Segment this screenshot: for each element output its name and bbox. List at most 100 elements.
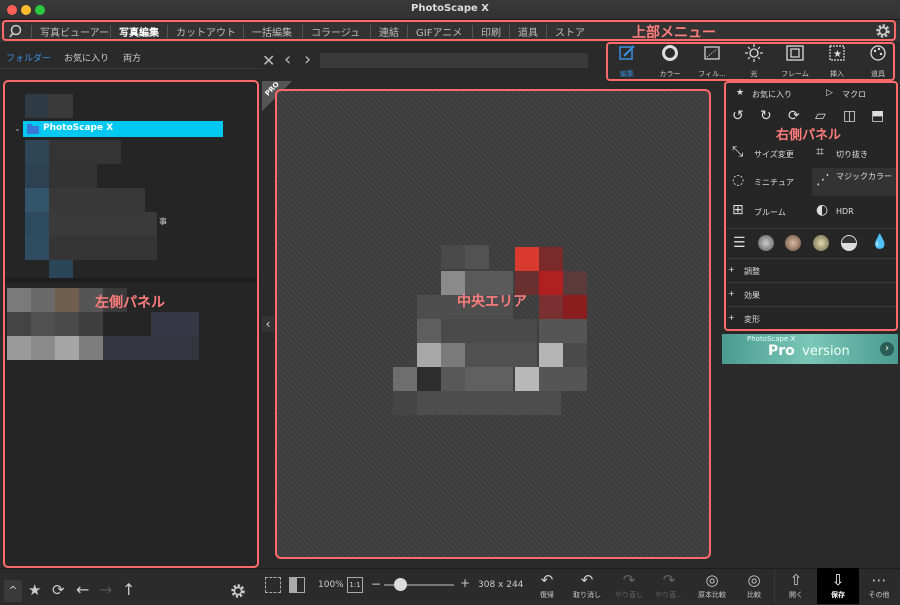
flip-vertical-icon[interactable]: ⬒ — [871, 108, 884, 124]
miniature-icon: ◌ — [732, 172, 745, 188]
save-button[interactable]: ⇩ 保存 — [821, 572, 855, 600]
tab-both[interactable]: 両方 — [123, 51, 141, 64]
center-canvas[interactable]: 中央エリア — [275, 89, 711, 559]
insert-icon: ★ — [829, 45, 845, 61]
compare-original-button[interactable]: ◎ 原本比較 — [695, 572, 729, 600]
play-icon: ▷ — [826, 88, 833, 98]
plus-icon: + — [728, 289, 735, 298]
collapse-left-panel-icon[interactable]: ‹ — [262, 316, 274, 332]
arrow-up-icon[interactable]: ↑ — [122, 580, 135, 599]
zoom-level: 100% — [318, 580, 344, 590]
rotate-free-icon[interactable]: ⟳ — [788, 108, 800, 124]
divider — [726, 228, 896, 229]
palette-icon — [870, 45, 886, 61]
close-image-icon[interactable]: ✕ — [262, 53, 275, 69]
tool-color[interactable]: カラー — [650, 44, 690, 79]
title-bar: PhotoScape X — [0, 0, 900, 20]
tool-light[interactable]: 光 — [734, 44, 774, 79]
compare-original-icon: ◎ — [705, 571, 719, 589]
divider — [0, 68, 262, 69]
svg-text:★: ★ — [833, 49, 842, 60]
color-ring-icon — [662, 45, 678, 61]
favorites-button[interactable]: お気に入り — [752, 89, 792, 100]
chevron-up-icon[interactable]: ^ — [4, 580, 22, 602]
tool-film[interactable]: フィル... — [692, 44, 732, 79]
open-button[interactable]: ⇧ 開く — [779, 572, 813, 600]
magic-wand-icon: ⋰ — [816, 172, 830, 188]
accordion-transform[interactable]: + 変形 — [726, 306, 896, 329]
filter-preset-2-icon[interactable] — [785, 235, 801, 251]
zoom-in-icon[interactable]: + — [460, 576, 470, 590]
tool-insert[interactable]: ★ 挿入 — [817, 44, 857, 79]
tab-favorites[interactable]: お気に入り — [64, 51, 109, 64]
tree-item-fragment: 事 — [159, 217, 167, 226]
accordion-adjust[interactable]: + 調整 — [726, 258, 896, 281]
filter-preset-4-icon[interactable] — [841, 235, 857, 251]
tab-folder[interactable]: フォルダー — [6, 51, 51, 64]
fit-selection-icon[interactable] — [265, 577, 281, 593]
file-path-blurred — [320, 53, 588, 68]
redo-all-icon: ↷ — [662, 571, 676, 589]
refresh-icon[interactable]: ⟳ — [52, 581, 65, 599]
drop-icon[interactable]: 💧 — [871, 234, 888, 250]
compare-button[interactable]: ◎ 比較 — [737, 572, 771, 600]
actual-size-button[interactable]: 1:1 — [347, 577, 363, 593]
plus-icon: + — [728, 313, 735, 322]
next-image-icon[interactable]: › — [304, 51, 311, 69]
divider — [774, 570, 775, 602]
straighten-icon[interactable]: ▱ — [815, 108, 826, 124]
resize-button[interactable]: ⤡ サイズ変更 — [726, 142, 812, 164]
center-area-annotation: 中央エリア — [457, 294, 527, 310]
bloom-icon: ⊞ — [732, 202, 744, 218]
arrow-left-icon[interactable]: ← — [76, 580, 89, 599]
rotate-right-icon[interactable]: ↻ — [760, 108, 772, 124]
filter-preset-3-icon[interactable] — [813, 235, 829, 251]
arrow-right-icon: › — [880, 342, 894, 356]
bloom-button[interactable]: ⊞ ブルーム — [726, 200, 812, 222]
undo-button[interactable]: ↶ 取り消し — [570, 572, 604, 600]
tree-item-selected[interactable]: PhotoScape X — [23, 121, 223, 137]
pane-splitter[interactable] — [5, 278, 257, 282]
magic-color-button[interactable]: ⋰ マジックカラー — [812, 168, 896, 196]
undo-icon: ↶ — [580, 571, 594, 589]
left-panel: ⌄ PhotoScape X 事 左側パネル — [3, 80, 259, 568]
list-icon[interactable]: ☰ — [733, 235, 746, 251]
left-panel-annotation: 左側パネル — [95, 295, 165, 311]
star-icon[interactable]: ★ — [28, 581, 41, 599]
pro-version-banner[interactable]: PhotoScape X Pro version › — [722, 334, 898, 364]
crop-icon: ⌗ — [816, 144, 824, 160]
fit-window-icon[interactable] — [289, 577, 305, 593]
more-icon: ⋯ — [871, 571, 887, 589]
tree-item-label: PhotoScape X — [43, 123, 114, 133]
zoom-slider-handle[interactable] — [394, 578, 407, 591]
macro-button[interactable]: マクロ — [842, 89, 866, 100]
pencil-icon — [619, 45, 635, 60]
zoom-out-icon[interactable]: − — [371, 577, 381, 591]
redo-icon: ↷ — [622, 571, 636, 589]
redo-button[interactable]: ↷ やり直し — [612, 572, 646, 600]
tool-edit[interactable]: 編集 — [607, 44, 647, 79]
hdr-button[interactable]: ◐ HDR — [812, 200, 896, 222]
redo-all-button[interactable]: ↷ やり直... — [652, 572, 686, 600]
arrow-right-icon[interactable]: → — [99, 580, 112, 599]
folder-icon — [27, 124, 39, 134]
tool-tools[interactable]: 道具 — [858, 44, 898, 79]
right-panel-annotation: 右側パネル — [776, 128, 842, 143]
previous-image-icon[interactable]: ‹ — [284, 51, 291, 69]
miniature-button[interactable]: ◌ ミニチュア — [726, 168, 812, 194]
flip-horizontal-icon[interactable]: ◫ — [843, 108, 856, 124]
sun-icon — [745, 44, 763, 62]
frame-icon — [786, 45, 804, 61]
filter-preset-1-icon[interactable] — [758, 235, 774, 251]
more-button[interactable]: ⋯ その他 — [862, 572, 896, 600]
rotate-left-icon[interactable]: ↺ — [732, 108, 744, 124]
image-size: 308 x 244 — [478, 580, 524, 590]
top-menu-highlight — [2, 20, 896, 41]
left-settings-gear-icon[interactable] — [230, 583, 246, 599]
tool-frame[interactable]: フレーム — [775, 44, 815, 79]
revert-button[interactable]: ↶ 復帰 — [530, 572, 564, 600]
accordion-effects[interactable]: + 効果 — [726, 282, 896, 305]
film-icon — [704, 46, 720, 60]
tree-expand-chevron-icon[interactable]: ⌄ — [14, 124, 21, 133]
crop-button[interactable]: ⌗ 切り抜き — [812, 142, 896, 164]
